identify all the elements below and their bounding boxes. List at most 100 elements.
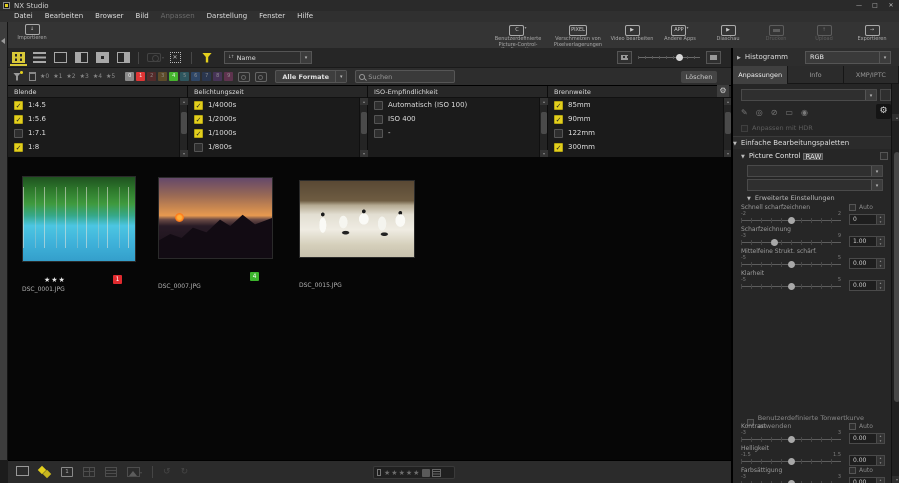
rating-star-4[interactable]: ★ (406, 469, 412, 477)
spinner-down-icon[interactable]: ▾ (877, 264, 884, 269)
value-spinner[interactable]: ▴▾ (877, 477, 885, 483)
menu-item-browser[interactable]: Browser (89, 11, 129, 22)
filter-item-1-1000s[interactable]: ✓1/1000s (188, 126, 359, 140)
filter-item-1-2000s[interactable]: ✓1/2000s (188, 112, 359, 126)
chevron-down-icon[interactable]: ▾ (879, 52, 890, 63)
checkbox-unchecked[interactable] (194, 143, 203, 152)
minimize-button[interactable]: — (851, 0, 867, 11)
filter-column-scrollbar[interactable]: ▴▾ (359, 98, 367, 157)
clear-filters-button[interactable]: Löschen (681, 71, 717, 83)
checkbox-unchecked[interactable] (374, 115, 383, 124)
scroll-up-arrow[interactable]: ▴ (540, 98, 548, 105)
color-label-chip-8[interactable]: 8 (213, 72, 222, 81)
menu-item-bearbeiten[interactable]: Bearbeiten (39, 11, 89, 22)
photo-view-icon[interactable] (54, 52, 67, 63)
slider-thumb[interactable] (788, 261, 795, 268)
auto-checkbox[interactable] (849, 467, 856, 474)
preset-save-button[interactable] (880, 89, 891, 101)
slider-thumb[interactable] (788, 217, 795, 224)
menu-item-datei[interactable]: Datei (8, 11, 39, 22)
checkbox-checked[interactable]: ✓ (554, 115, 563, 124)
filter-item-1-4-5[interactable]: ✓1:4.5 (8, 98, 179, 112)
toolbar-button-andere-apps[interactable]: APP▾Andere Apps (657, 23, 703, 43)
menu-item-fenster[interactable]: Fenster (253, 11, 291, 22)
checkbox-checked[interactable]: ✓ (194, 115, 203, 124)
tab-info[interactable]: Info (788, 66, 843, 84)
menu-item-anpassen[interactable]: Anpassen (155, 11, 201, 22)
scroll-down-arrow[interactable]: ▾ (360, 150, 368, 157)
single-frame-icon[interactable]: 1 (61, 467, 73, 477)
histogram-header[interactable]: Histogramm RGB ▾ (733, 48, 899, 66)
scroll-up-arrow[interactable]: ▴ (360, 98, 368, 105)
straighten-icon[interactable]: ⊘ (771, 108, 778, 117)
filter-column-scrollbar[interactable]: ▴▾ (539, 98, 547, 157)
chevron-down-icon[interactable]: ▾ (865, 90, 876, 100)
spinner-down-icon[interactable]: ▾ (877, 439, 884, 444)
import-button[interactable]: ↓ Importieren (10, 24, 54, 46)
slider-thumb[interactable] (788, 436, 795, 443)
rating-star-3[interactable]: ★ (399, 469, 405, 477)
menu-item-darstellung[interactable]: Darstellung (201, 11, 253, 22)
histogram-overlay-icon[interactable] (127, 467, 140, 477)
slider-thumb[interactable] (788, 458, 795, 465)
scroll-down-arrow[interactable]: ▾ (540, 150, 548, 157)
thumbnail-dsc-0007-jpg[interactable]: 4DSC_0007.JPG (158, 171, 273, 317)
filter-column-list[interactable]: ✓85mm✓90mm122mm✓300mm (548, 98, 723, 157)
filter-item-item[interactable]: - (368, 126, 539, 140)
crop-icon[interactable]: ▭ (785, 108, 793, 117)
value-spinner[interactable]: ▴▾ (877, 236, 885, 247)
color-label-chip-0[interactable]: 0 (125, 72, 134, 81)
slider-value-field[interactable]: 0.00▴▾ (849, 433, 885, 444)
advanced-settings-header[interactable]: Erweiterte Einstellungen (747, 194, 835, 202)
larger-thumbnails-button[interactable] (706, 51, 721, 64)
slider-track[interactable] (741, 239, 841, 246)
scroll-thumb[interactable] (541, 112, 547, 134)
star-filter-4[interactable]: ★4 (93, 73, 102, 80)
grid-view-icon[interactable] (12, 52, 25, 63)
chevron-down-icon[interactable]: ▾ (300, 52, 311, 63)
filter-item-automatisch-iso-100[interactable]: Automatisch (ISO 100) (368, 98, 539, 112)
slider-value-field[interactable]: 1.00▴▾ (849, 236, 885, 247)
color-label-chip-7[interactable]: 7 (202, 72, 211, 81)
auto-checkbox-row[interactable]: Auto (849, 467, 873, 474)
thumbnail-image-cranes-on-snow[interactable] (299, 180, 415, 258)
slider-value-field[interactable]: 0.00▴▾ (849, 280, 885, 291)
jpeg-file-filter-icon[interactable] (255, 72, 267, 82)
rating-star-5[interactable]: ★ (413, 469, 419, 477)
rating-zero-icon[interactable] (377, 469, 381, 476)
search-box[interactable] (355, 70, 455, 83)
slider-value-field[interactable]: 0▴▾ (849, 214, 885, 225)
thumbnail-dsc-0001-jpg[interactable]: ★★★1DSC_0001.JPG (22, 171, 136, 317)
color-label-chip-4[interactable]: 4 (169, 72, 178, 81)
collapse-arrow-icon[interactable] (747, 194, 755, 202)
info-overlay-icon[interactable] (105, 467, 117, 477)
slider-track[interactable] (741, 217, 841, 224)
search-input[interactable] (368, 73, 454, 81)
scroll-up-arrow[interactable]: ▴ (892, 114, 899, 121)
color-label-chip-6[interactable]: 6 (191, 72, 200, 81)
picture-control-enable-checkbox[interactable] (880, 152, 888, 160)
value-spinner[interactable]: ▴▾ (877, 455, 885, 466)
auto-checkbox[interactable] (849, 204, 856, 211)
photo-info-view-icon[interactable] (117, 52, 130, 63)
auto-checkbox[interactable] (849, 423, 856, 430)
star-filter-0[interactable]: ★0 (40, 73, 49, 80)
menu-item-hilfe[interactable]: Hilfe (291, 11, 319, 22)
grid-overlay-icon[interactable] (83, 467, 95, 477)
collapse-arrow-icon[interactable] (741, 152, 749, 160)
spinner-down-icon[interactable]: ▾ (877, 242, 884, 247)
rating-star-1[interactable]: ★ (384, 469, 390, 477)
compare-view-icon[interactable] (96, 52, 109, 63)
retouch-brush-icon[interactable]: ✎ (741, 108, 748, 117)
chevron-down-icon[interactable]: ▾ (871, 166, 882, 176)
histogram-channel-dropdown[interactable]: RGB ▾ (805, 51, 891, 64)
auto-checkbox-row[interactable]: Auto (849, 423, 873, 430)
scroll-down-arrow[interactable]: ▾ (724, 150, 731, 157)
menu-item-bild[interactable]: Bild (130, 11, 155, 22)
rotate-left-icon[interactable]: ↺ (163, 467, 171, 477)
filter-item-122mm[interactable]: 122mm (548, 126, 723, 140)
filter-column-scrollbar[interactable]: ▴▾ (179, 98, 187, 157)
filter-item-90mm[interactable]: ✓90mm (548, 112, 723, 126)
color-label-chip-3[interactable]: 3 (158, 72, 167, 81)
slider-value-field[interactable]: 0.00▴▾ (849, 258, 885, 269)
